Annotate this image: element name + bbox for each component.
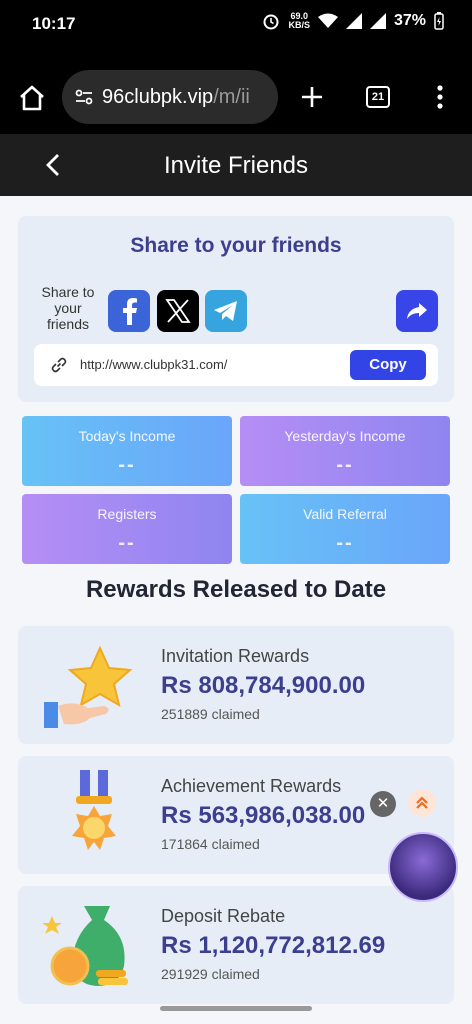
share-arrow-icon [407, 303, 427, 319]
x-logo-icon [165, 299, 191, 323]
rewards-title: Rewards Released to Date [85, 576, 387, 603]
valid-referral-card: Valid Referral -- [240, 494, 450, 564]
invite-link-row: http://www.clubpk31.com/ Copy [34, 344, 438, 386]
tab-switcher-button[interactable]: 21 [366, 86, 390, 108]
share-button[interactable] [396, 290, 438, 332]
double-chevron-up-icon [416, 796, 428, 809]
signal-icon [345, 13, 362, 29]
network-speed: 69.0 KB/S [288, 11, 310, 30]
share-heading: Share to your friends [130, 234, 342, 257]
battery-icon [434, 12, 444, 30]
medal-icon [72, 770, 116, 850]
status-icons: 69.0 KB/S 37% [262, 12, 444, 30]
browser-toolbar: 96clubpk.vip/m/ii 21 [0, 60, 472, 134]
status-bar: 10:17 69.0 KB/S 37% [0, 0, 472, 50]
share-label: Share to your friends [41, 284, 95, 332]
copy-button[interactable]: Copy [350, 350, 426, 380]
status-time: 10:17 [32, 14, 76, 33]
facebook-icon [123, 298, 137, 325]
battery-percent: 37% [393, 12, 426, 29]
share-card: Share to your friends Share to your frie… [18, 216, 454, 402]
site-settings-icon[interactable] [74, 87, 94, 107]
signal-icon [369, 13, 386, 29]
invitation-rewards-card: Invitation Rewards Rs 808,784,900.00 251… [18, 626, 454, 744]
page-content: Share to your friends Share to your frie… [0, 196, 472, 1024]
todays-income-card: Today's Income -- [22, 416, 232, 486]
invite-link-text: http://www.clubpk31.com/ [80, 357, 228, 372]
page-title: Invite Friends [163, 152, 309, 179]
gesture-handle [160, 1006, 312, 1011]
wifi-icon [317, 13, 338, 28]
page-header: Invite Friends [0, 134, 472, 196]
url-text[interactable]: 96clubpk.vip/m/ii [102, 86, 250, 109]
money-bag-icon [42, 906, 128, 986]
hand-star-icon [44, 645, 133, 728]
telegram-share-button[interactable] [205, 290, 247, 332]
yesterdays-income-card: Yesterday's Income -- [240, 416, 450, 486]
telegram-icon [214, 301, 237, 321]
home-icon[interactable] [18, 84, 46, 112]
promo-badge[interactable] [388, 832, 458, 902]
link-icon [51, 357, 67, 373]
address-bar[interactable]: 96clubpk.vip/m/ii [62, 70, 278, 124]
deposit-rebate-card: Deposit Rebate Rs 1,120,772,812.69 29192… [18, 886, 454, 1004]
facebook-share-button[interactable] [108, 290, 150, 332]
alarm-icon [263, 14, 279, 30]
x-share-button[interactable] [157, 290, 199, 332]
more-menu-icon[interactable] [436, 84, 444, 110]
registers-card: Registers -- [22, 494, 232, 564]
close-icon[interactable]: ✕ [370, 791, 396, 817]
scroll-top-button[interactable] [408, 789, 436, 817]
new-tab-icon[interactable] [300, 85, 324, 109]
